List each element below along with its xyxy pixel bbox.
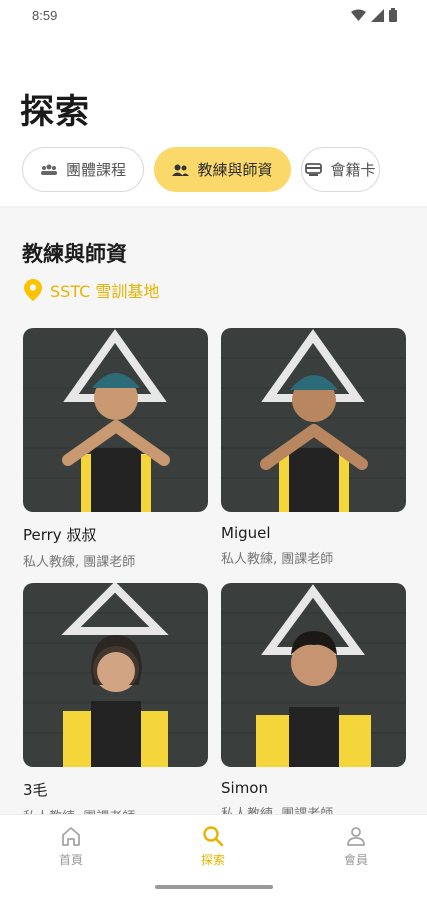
coach-card[interactable]: Simon 私人教練, 團課老師 xyxy=(221,583,406,814)
search-icon xyxy=(203,826,224,847)
explore-tabs: 團體課程 教練與師資 會籍卡 xyxy=(22,147,380,192)
battery-icon xyxy=(389,8,397,22)
coach-role: 私人教練, 團課老師 xyxy=(221,803,406,814)
section-title: 教練與師資 xyxy=(22,242,127,266)
nav-item-member[interactable]: 會員 xyxy=(316,825,396,868)
coach-photo xyxy=(221,583,406,767)
tab-coaches[interactable]: 教練與師資 xyxy=(154,147,291,192)
tab-group-classes[interactable]: 團體課程 xyxy=(22,147,144,192)
group-class-icon xyxy=(40,164,58,176)
location-pin-icon xyxy=(24,279,42,301)
coach-name: Miguel xyxy=(221,524,271,542)
tab-membership-card[interactable]: 會籍卡 xyxy=(301,147,380,192)
coach-name: Perry 叔叔 xyxy=(23,526,97,544)
nav-item-home[interactable]: 首頁 xyxy=(31,825,111,868)
location-selector[interactable]: SSTC 雪訓基地 xyxy=(24,278,159,302)
coach-card[interactable]: 3毛 私人教練, 團課老師 xyxy=(23,583,208,814)
coach-photo xyxy=(23,583,208,767)
coach-role: 私人教練, 團課老師 xyxy=(221,552,334,567)
nav-label: 探索 xyxy=(200,853,225,867)
status-time: 8:59 xyxy=(32,7,58,23)
home-icon xyxy=(62,827,80,846)
coach-photo xyxy=(221,328,406,512)
tab-label: 團體課程 xyxy=(65,161,126,179)
tab-label: 教練與師資 xyxy=(197,161,273,179)
status-bar: 8:59 xyxy=(0,0,427,30)
bottom-nav: 首頁 探索 會員 xyxy=(0,814,427,900)
coaches-icon xyxy=(172,164,190,176)
nav-label: 首頁 xyxy=(58,853,83,867)
person-icon xyxy=(347,827,365,846)
tab-label: 會籍卡 xyxy=(330,161,376,179)
nav-item-explore[interactable]: 探索 xyxy=(173,825,253,868)
coach-role: 私人教練, 團課老師 xyxy=(23,806,208,814)
coaches-section: 教練與師資 SSTC 雪訓基地 Perry 叔叔 私人教練, 團課老師 Migu… xyxy=(0,208,427,814)
home-indicator[interactable] xyxy=(155,885,273,889)
location-label: SSTC 雪訓基地 xyxy=(50,282,160,301)
coach-card[interactable]: Perry 叔叔 私人教練, 團課老師 xyxy=(23,328,208,570)
coach-card[interactable]: Miguel 私人教練, 團課老師 xyxy=(221,328,406,567)
signal-icon xyxy=(371,8,384,22)
coach-role: 私人教練, 團課老師 xyxy=(23,555,136,570)
coach-name: 3毛 xyxy=(23,781,48,799)
page-title: 探索 xyxy=(20,92,90,132)
coach-photo xyxy=(23,328,208,512)
coach-name: Simon xyxy=(221,779,268,797)
status-icons xyxy=(351,8,397,22)
wifi-icon xyxy=(351,9,366,21)
membership-card-icon xyxy=(305,162,323,177)
nav-label: 會員 xyxy=(343,853,368,867)
